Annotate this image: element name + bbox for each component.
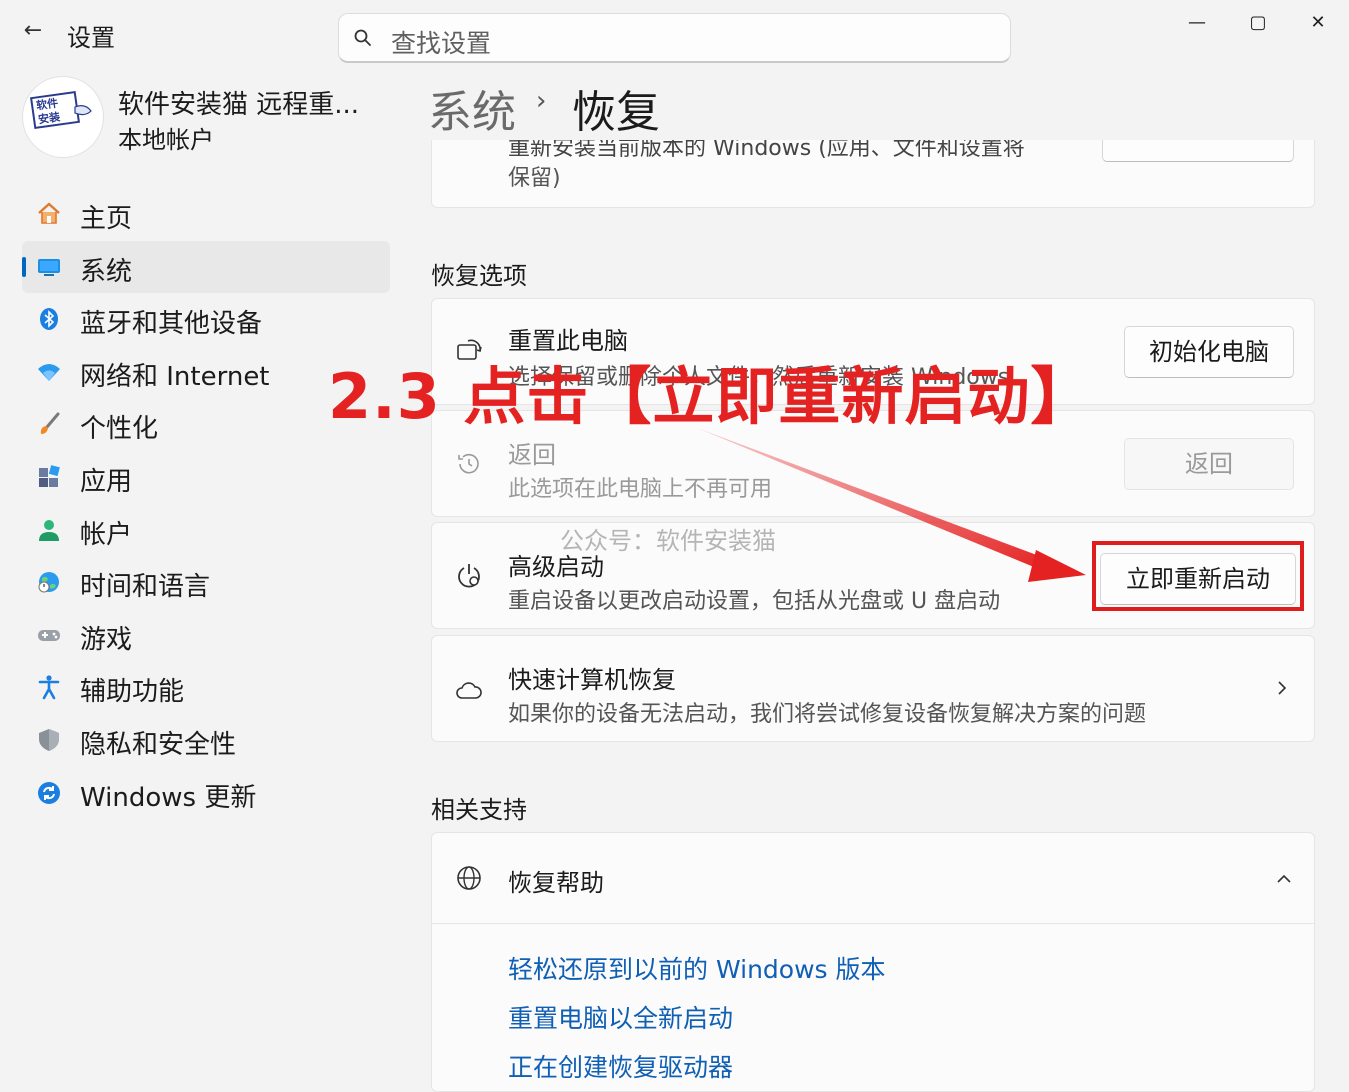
recovery-help-header[interactable]: 恢复帮助	[432, 833, 1314, 924]
sidebar-item-label: 游戏	[80, 624, 133, 655]
breadcrumb-parent[interactable]: 系统	[428, 76, 516, 140]
app-title: 设置	[67, 24, 115, 52]
sidebar-item-accounts[interactable]: 帐户	[22, 504, 390, 557]
chevron-right-icon	[1278, 681, 1287, 695]
advanced-startup-icon	[458, 564, 480, 588]
sidebar-item-label: 主页	[80, 204, 133, 234]
gamepad-icon	[38, 629, 60, 641]
avatar-logo-icon: 软件 安装	[29, 90, 92, 130]
help-link[interactable]: 正在创建恢复驱动器	[508, 1048, 733, 1084]
breadcrumb-separator: ›	[536, 86, 547, 116]
sidebar-item-label: 网络和 Internet	[80, 361, 270, 392]
cloud-icon	[456, 682, 482, 699]
update-icon	[38, 781, 60, 804]
watermark: 公众号：软件安装猫	[560, 527, 776, 555]
profile-name: 软件安装猫 远程重...	[118, 90, 360, 120]
search-input[interactable]: 查找设置	[391, 24, 491, 60]
reinstall-card: 重新安装当前版本的 Windows (应用、文件和设置将 保留)	[431, 140, 1315, 208]
close-icon[interactable]: ✕	[1288, 8, 1348, 38]
quick-recovery-title: 快速计算机恢复	[508, 666, 676, 694]
quick-recovery-card[interactable]: 快速计算机恢复 如果你的设备无法启动，我们将尝试修复设备恢复解决方案的问题	[431, 635, 1315, 742]
recovery-options-heading: 恢复选项	[431, 262, 527, 290]
title-bar: ← 设置 查找设置 — ▢ ✕	[0, 0, 1349, 70]
go-back-desc: 此选项在此电脑上不再可用	[508, 477, 773, 502]
annotation-text: 2.3 点击【立即重新启动】	[328, 360, 1094, 433]
sidebar-item-privacy[interactable]: 隐私和安全性	[22, 714, 390, 767]
reinstall-desc: 保留)	[508, 166, 561, 191]
reinstall-now-button[interactable]	[1102, 140, 1294, 162]
page-title: 恢复	[572, 87, 660, 138]
sidebar-item-time-language[interactable]: 时间和语言	[22, 556, 390, 609]
go-back-button[interactable]: 返回	[1124, 438, 1294, 490]
account-icon	[39, 519, 59, 541]
sidebar-item-label: 时间和语言	[80, 572, 211, 603]
minimize-icon[interactable]: —	[1167, 8, 1227, 38]
search-icon	[354, 29, 371, 46]
globe-help-icon	[457, 866, 481, 890]
shield-icon	[39, 728, 59, 751]
recovery-help-title: 恢复帮助	[508, 869, 604, 897]
sidebar-item-label: 辅助功能	[80, 677, 185, 708]
restart-now-highlight	[1092, 541, 1304, 611]
search-box[interactable]: 查找设置	[338, 13, 1011, 63]
reinstall-desc-cut: 重新安装当前版本的 Windows (应用、文件和设置将	[508, 140, 1025, 161]
globe-icon	[38, 572, 59, 593]
accessibility-icon	[38, 675, 60, 700]
maximize-icon[interactable]: ▢	[1228, 8, 1288, 38]
active-indicator	[22, 256, 26, 277]
sidebar-item-label: 个性化	[80, 414, 159, 445]
brush-icon	[40, 412, 60, 435]
sidebar-item-label: 应用	[80, 466, 133, 497]
help-link[interactable]: 轻松还原到以前的 Windows 版本	[508, 950, 886, 986]
chevron-up-icon	[1277, 874, 1291, 883]
sidebar-nav: 主页 系统 蓝牙和其他设备 网络和 Internet 个性化 应用 帐户 时间和…	[22, 188, 390, 819]
sidebar-item-apps[interactable]: 应用	[22, 451, 390, 504]
wifi-icon	[38, 363, 60, 381]
help-link[interactable]: 重置电脑以全新启动	[508, 999, 733, 1035]
apps-icon	[39, 465, 60, 487]
profile-account-type: 本地帐户	[118, 126, 214, 154]
sidebar-item-bluetooth[interactable]: 蓝牙和其他设备	[22, 293, 390, 346]
sidebar-item-label: 系统	[80, 256, 133, 287]
sidebar-item-windows-update[interactable]: Windows 更新	[22, 767, 390, 820]
sidebar-item-label: 帐户	[80, 519, 133, 550]
quick-recovery-desc: 如果你的设备无法启动，我们将尝试修复设备恢复解决方案的问题	[508, 702, 1147, 727]
sidebar-item-home[interactable]: 主页	[22, 188, 390, 241]
avatar[interactable]: 软件 安装	[22, 76, 104, 158]
advanced-startup-desc: 重启设备以更改启动设置，包括从光盘或 U 盘启动	[508, 589, 1001, 614]
sidebar-item-label: Windows 更新	[80, 782, 257, 813]
sidebar-item-label: 隐私和安全性	[80, 729, 237, 760]
related-support-heading: 相关支持	[431, 796, 527, 824]
system-icon	[38, 258, 60, 276]
sidebar-item-accessibility[interactable]: 辅助功能	[22, 661, 390, 714]
go-back-title: 返回	[508, 441, 556, 469]
history-icon	[458, 453, 479, 474]
reset-pc-button[interactable]: 初始化电脑	[1124, 326, 1294, 378]
sidebar-item-system[interactable]: 系统	[22, 240, 390, 294]
sidebar-item-gaming[interactable]: 游戏	[22, 609, 390, 662]
sidebar-item-label: 蓝牙和其他设备	[80, 309, 263, 340]
back-arrow-icon[interactable]: ←	[20, 18, 46, 44]
bluetooth-icon	[40, 308, 58, 331]
home-icon	[38, 202, 60, 224]
